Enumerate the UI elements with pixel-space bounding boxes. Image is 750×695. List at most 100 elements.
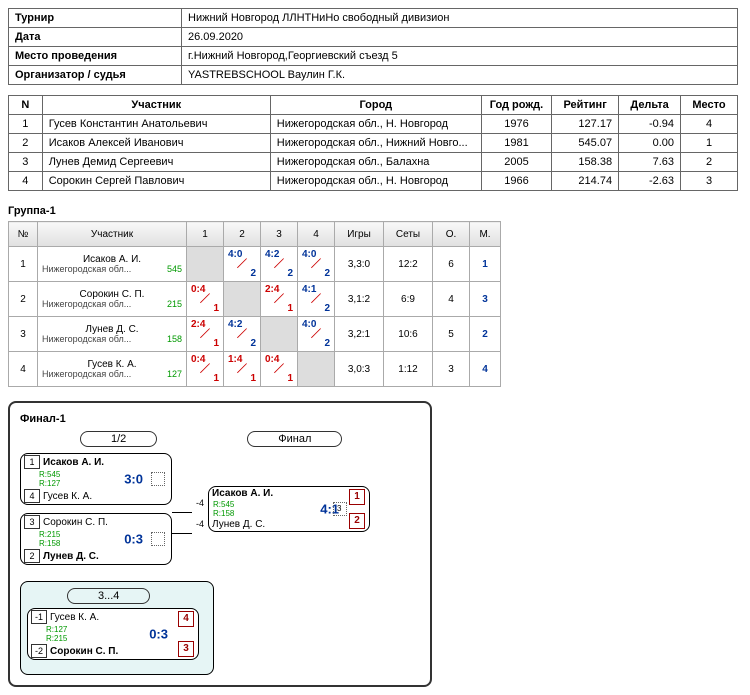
group-row: 2Сорокин С. П.Нижегородская обл...2150:4… — [9, 282, 501, 317]
score-cell: 4:2／2 — [261, 247, 298, 282]
cell-o: 3 — [433, 352, 470, 387]
col-year: Год рожд. — [481, 96, 551, 115]
cell-place: 3 — [681, 172, 738, 191]
player: Гусев К. А. — [43, 491, 168, 502]
cell-city: Нижегородская обл., Н. Новгород — [270, 115, 481, 134]
cell-rating: 158.38 — [552, 153, 619, 172]
cell-games: 3,0:3 — [335, 352, 384, 387]
cell-sets: 1:12 — [384, 352, 433, 387]
cell-place: 2 — [470, 317, 501, 352]
cell-place: 3 — [470, 282, 501, 317]
rating: R:127 — [46, 625, 198, 634]
cell-rating: 214.74 — [552, 172, 619, 191]
cell-name: Сорокин Сергей Павлович — [42, 172, 270, 191]
group-col: Участник — [38, 222, 187, 247]
value-tournament: Нижний Новгород ЛЛНТНиНо свободный дивиз… — [182, 9, 738, 28]
cell-delta: -0.94 — [619, 115, 681, 134]
match-semi2: 3Сорокин С. П. R:215 R:158 2Лунев Д. С. … — [20, 513, 172, 565]
col-name: Участник — [42, 96, 270, 115]
player: Лунев Д. С. — [43, 551, 168, 562]
group-row: 1Исаков А. И.Нижегородская обл...5454:0／… — [9, 247, 501, 282]
group-col: 1 — [187, 222, 224, 247]
group-col: Сеты — [384, 222, 433, 247]
cell-o: 5 — [433, 317, 470, 352]
cell-rating: 545.07 — [552, 134, 619, 153]
cell-year: 1966 — [481, 172, 551, 191]
match-final: Исаков А. И. R:545 R:158 Лунев Д. С. 4:1… — [208, 486, 370, 532]
row-num: 4 — [9, 352, 38, 387]
cell-sets: 10:6 — [384, 317, 433, 352]
value-org: YASTREBSCHOOL Ваулин Г.К. — [182, 66, 738, 85]
table-row: 3Лунев Демид СергеевичНижегородская обл.… — [9, 153, 738, 172]
diag-cell — [298, 352, 335, 387]
group-col: М. — [470, 222, 501, 247]
seed: 2 — [24, 549, 40, 563]
player: Исаков А. И. — [212, 488, 366, 499]
row-participant: Исаков А. И.Нижегородская обл...545 — [38, 247, 187, 282]
seed: 4 — [24, 489, 40, 503]
match-semi1: 1Исаков А. И. R:545 R:127 4Гусев К. А. 3… — [20, 453, 172, 505]
cell-city: Нижегородская обл., Н. Новгород — [270, 172, 481, 191]
rating: R:215 — [46, 634, 198, 643]
round-34-label: 3...4 — [67, 588, 150, 604]
cell-place: 4 — [681, 115, 738, 134]
cell-delta: 0.00 — [619, 134, 681, 153]
row-num: 2 — [9, 282, 38, 317]
table-row: 2Исаков Алексей ИвановичНижегородская об… — [9, 134, 738, 153]
cell-name: Гусев Константин Анатольевич — [42, 115, 270, 134]
score-cell: 4:2／2 — [224, 317, 261, 352]
row-participant: Гусев К. А.Нижегородская обл...127 — [38, 352, 187, 387]
cell-place: 4 — [470, 352, 501, 387]
diag-cell — [261, 317, 298, 352]
cell-sets: 12:2 — [384, 247, 433, 282]
cell-n: 2 — [9, 134, 43, 153]
cell-o: 6 — [433, 247, 470, 282]
player: Сорокин С. П. — [50, 646, 195, 657]
cell-games: 3,2:1 — [335, 317, 384, 352]
info-table: ТурнирНижний Новгород ЛЛНТНиНо свободный… — [8, 8, 738, 85]
seed: -1 — [31, 610, 47, 624]
player: Сорокин С. П. — [43, 517, 168, 528]
row-num: 3 — [9, 317, 38, 352]
player: Гусев К. А. — [50, 612, 195, 623]
cell-sets: 6:9 — [384, 282, 433, 317]
cell-games: 3,3:0 — [335, 247, 384, 282]
score-cell: 1:4／1 — [224, 352, 261, 387]
table-row: 4Сорокин Сергей ПавловичНижегородская об… — [9, 172, 738, 191]
diag-cell — [187, 247, 224, 282]
bracket-title: Финал-1 — [20, 413, 420, 425]
group-title: Группа-1 — [8, 205, 742, 217]
cell-n: 3 — [9, 153, 43, 172]
place-1: 1 — [349, 489, 365, 505]
group-row: 4Гусев К. А.Нижегородская обл...1270:4／1… — [9, 352, 501, 387]
participants-table: N Участник Город Год рожд. Рейтинг Дельт… — [8, 95, 738, 191]
table-row: 1Гусев Константин АнатольевичНижегородск… — [9, 115, 738, 134]
label-tournament: Турнир — [9, 9, 182, 28]
group-table: №Участник1234ИгрыСетыО.М. 1Исаков А. И.Н… — [8, 221, 501, 387]
label-date: Дата — [9, 28, 182, 47]
cell-year: 2005 — [481, 153, 551, 172]
cell-rating: 127.17 — [552, 115, 619, 134]
col-n: N — [9, 96, 43, 115]
col-delta: Дельта — [619, 96, 681, 115]
group-col: 3 — [261, 222, 298, 247]
cell-city: Нижегородская обл., Нижний Новго... — [270, 134, 481, 153]
diag-cell — [224, 282, 261, 317]
place-3: 3 — [178, 641, 194, 657]
place-4: 4 — [178, 611, 194, 627]
cell-delta: -2.63 — [619, 172, 681, 191]
player: Лунев Д. С. — [212, 519, 366, 530]
dotted-box — [151, 472, 165, 486]
cell-place: 2 — [681, 153, 738, 172]
score: 0:3 — [124, 532, 143, 547]
score-cell: 4:0／2 — [224, 247, 261, 282]
place-2: 2 — [349, 513, 365, 529]
cell-delta: 7.63 — [619, 153, 681, 172]
seed: 1 — [24, 455, 40, 469]
group-col: О. — [433, 222, 470, 247]
score-cell: 0:4／1 — [187, 282, 224, 317]
cell-name: Лунев Демид Сергеевич — [42, 153, 270, 172]
third-place-box: 3...4 -1Гусев К. А. R:127 R:215 -2Сороки… — [20, 581, 214, 675]
col-rating: Рейтинг — [552, 96, 619, 115]
row-participant: Лунев Д. С.Нижегородская обл...158 — [38, 317, 187, 352]
